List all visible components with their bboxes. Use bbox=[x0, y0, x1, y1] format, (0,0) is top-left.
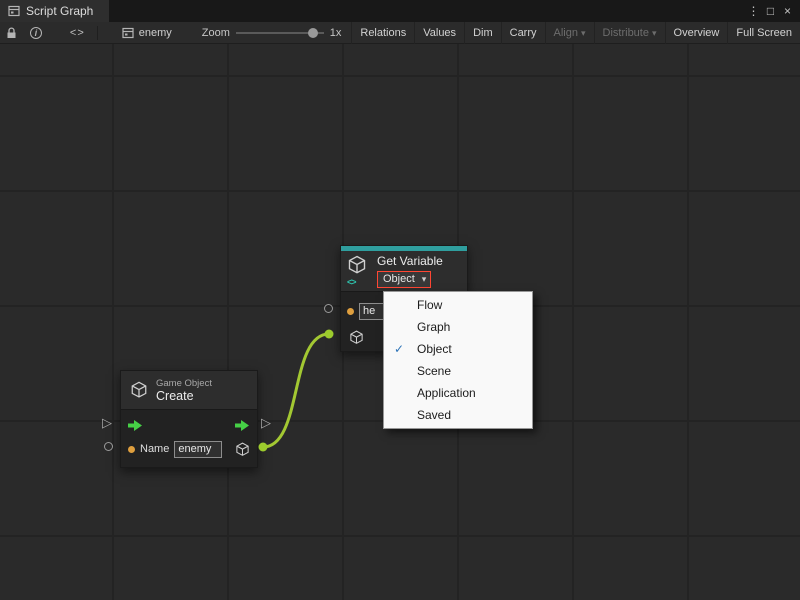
script-graph-icon bbox=[8, 5, 20, 17]
gameobject-output-cube-icon[interactable] bbox=[235, 442, 250, 457]
dim-button[interactable]: Dim bbox=[464, 22, 501, 44]
graph-canvas[interactable]: <> Get Variable Object▾ he bbox=[0, 44, 800, 600]
get-variable-header: <> Get Variable Object ▾ bbox=[341, 251, 467, 291]
string-port-icon[interactable] bbox=[347, 308, 354, 315]
values-button[interactable]: Values bbox=[414, 22, 464, 44]
menu-item-label: Object bbox=[417, 342, 452, 356]
toolbar-divider bbox=[97, 26, 98, 40]
flow-ports-row bbox=[128, 415, 250, 435]
titlebar: Script Graph ⋮ □ × bbox=[0, 0, 800, 22]
string-port-icon[interactable] bbox=[128, 446, 135, 453]
flow-out-arrow-icon[interactable] bbox=[235, 420, 250, 431]
create-node-titles: Game Object Create bbox=[156, 378, 212, 403]
lock-icon bbox=[6, 27, 17, 39]
lock-button[interactable] bbox=[0, 22, 24, 44]
graph-toolbar: i <> enemy Zoom 1x Relations Values Dim … bbox=[0, 22, 800, 44]
info-button[interactable]: i bbox=[24, 22, 48, 44]
info-icon: i bbox=[30, 27, 42, 39]
zoom-slider-handle[interactable] bbox=[308, 28, 318, 38]
align-label: Align bbox=[554, 27, 578, 39]
create-flow-out-port[interactable]: ▷ bbox=[261, 415, 271, 430]
zoom-label: Zoom bbox=[202, 27, 230, 39]
menu-item-label: Graph bbox=[417, 320, 450, 334]
maximize-icon[interactable]: □ bbox=[762, 0, 779, 22]
distribute-caret-icon: ▾ bbox=[652, 28, 657, 38]
window-controls: ⋮ □ × bbox=[745, 0, 800, 22]
tab-label: Script Graph bbox=[26, 4, 93, 18]
cube-icon bbox=[347, 255, 367, 275]
variable-kind-menu: Flow Graph ✓ Object Scene Application Sa… bbox=[383, 291, 533, 429]
relations-button[interactable]: Relations bbox=[351, 22, 414, 44]
zoom-value: 1x bbox=[330, 27, 342, 39]
menu-item-label: Scene bbox=[417, 364, 451, 378]
code-preview-button[interactable]: <> bbox=[62, 27, 93, 39]
distribute-button[interactable]: Distribute▾ bbox=[594, 22, 665, 44]
name-input[interactable] bbox=[174, 441, 222, 458]
check-icon: ✓ bbox=[394, 338, 404, 360]
create-name-in-port[interactable] bbox=[104, 442, 113, 451]
carry-button[interactable]: Carry bbox=[501, 22, 545, 44]
full-screen-button[interactable]: Full Screen bbox=[727, 22, 800, 44]
variable-kind-value: Object bbox=[383, 273, 415, 286]
create-flow-in-port[interactable]: ▷ bbox=[102, 415, 112, 430]
node-title: Create bbox=[156, 389, 212, 403]
distribute-label: Distribute bbox=[603, 27, 649, 39]
create-game-object-node[interactable]: Game Object Create Name bbox=[120, 370, 258, 468]
menu-item-saved[interactable]: Saved bbox=[384, 404, 532, 426]
create-node-header: Game Object Create bbox=[121, 371, 257, 409]
flow-in-arrow-icon[interactable] bbox=[128, 420, 143, 431]
cube-icon bbox=[130, 381, 148, 399]
zoom-slider[interactable] bbox=[236, 22, 324, 44]
node-title: Get Variable bbox=[377, 255, 461, 268]
gameobject-port-cube-icon[interactable] bbox=[349, 330, 364, 345]
get-variable-icon: <> bbox=[347, 255, 371, 285]
graph-breadcrumb[interactable]: enemy bbox=[116, 27, 178, 39]
variable-kind-dropdown[interactable]: Object ▾ bbox=[377, 271, 431, 288]
code-badge-icon: <> bbox=[347, 277, 356, 287]
wire-start-dot[interactable] bbox=[259, 443, 268, 452]
menu-item-label: Flow bbox=[417, 298, 442, 312]
align-button[interactable]: Align▾ bbox=[545, 22, 594, 44]
align-caret-icon: ▾ bbox=[581, 28, 586, 38]
menu-item-flow[interactable]: Flow bbox=[384, 294, 532, 316]
graph-icon bbox=[122, 27, 134, 39]
menu-item-label: Saved bbox=[417, 408, 451, 422]
get-variable-header-text: Get Variable Object ▾ bbox=[377, 255, 461, 286]
menu-item-label: Application bbox=[417, 386, 476, 400]
getvar-name-in-port[interactable] bbox=[324, 304, 333, 313]
menu-item-scene[interactable]: Scene bbox=[384, 360, 532, 382]
toolbar-buttons: Relations Values Dim Carry Align▾ Distri… bbox=[351, 22, 800, 44]
overview-button[interactable]: Overview bbox=[665, 22, 728, 44]
wire-end-dot[interactable] bbox=[325, 330, 334, 339]
node-category: Game Object bbox=[156, 378, 212, 389]
menu-item-graph[interactable]: Graph bbox=[384, 316, 532, 338]
window-menu-icon[interactable]: ⋮ bbox=[745, 0, 762, 22]
create-node-body: Name bbox=[121, 409, 257, 467]
menu-item-application[interactable]: Application bbox=[384, 382, 532, 404]
gameobject-connection-wire[interactable] bbox=[263, 334, 329, 447]
kind-caret-icon: ▾ bbox=[422, 273, 427, 286]
tab-script-graph[interactable]: Script Graph bbox=[0, 0, 109, 22]
menu-item-object[interactable]: ✓ Object bbox=[384, 338, 532, 360]
name-port-row: Name bbox=[128, 439, 250, 459]
graph-name: enemy bbox=[139, 27, 172, 39]
name-port-label: Name bbox=[140, 443, 169, 455]
close-icon[interactable]: × bbox=[779, 0, 796, 22]
